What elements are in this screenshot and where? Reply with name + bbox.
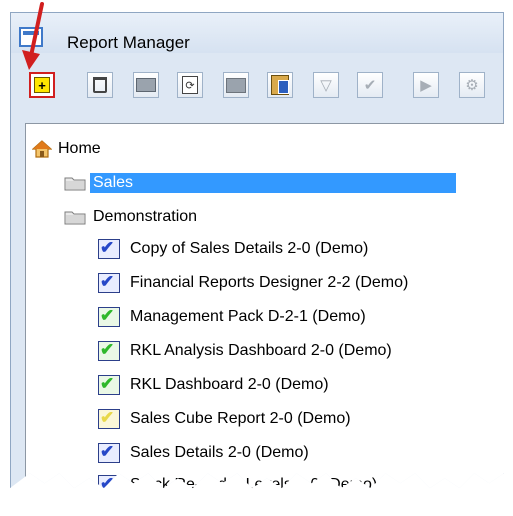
- tree-node-report[interactable]: ✔ Sales Cube Report 2-0 (Demo): [98, 408, 354, 430]
- home-icon: [31, 140, 53, 158]
- trash-icon: [93, 77, 107, 93]
- tree-label-home: Home: [58, 140, 101, 157]
- tree-node-home[interactable]: Home: [31, 138, 104, 160]
- tree-node-report[interactable]: ✔ RKL Dashboard 2-0 (Demo): [98, 374, 332, 396]
- title-bar: Report Manager: [11, 13, 503, 53]
- check-button[interactable]: ✔: [357, 72, 383, 98]
- add-icon: +: [34, 77, 50, 93]
- checkmark-icon: ✔: [363, 77, 377, 94]
- filter-icon: ▽: [320, 77, 332, 94]
- filter-button[interactable]: ▽: [313, 72, 339, 98]
- refresh-icon: ⟳: [182, 76, 198, 94]
- report-icon: ✔: [98, 341, 120, 361]
- folder-icon: [64, 175, 86, 191]
- report-icon: ✔: [98, 409, 120, 429]
- tree-node-report[interactable]: ✔ RKL Analysis Dashboard 2-0 (Demo): [98, 340, 395, 362]
- report-icon: ✔: [98, 239, 120, 259]
- copy-button[interactable]: [223, 72, 249, 98]
- report-manager-window: Report Manager + ⟳ ▽ ✔ ▶ ⚙ Home Sales De…: [10, 12, 504, 493]
- play-icon: ▶: [420, 77, 432, 94]
- report-icon: ✔: [98, 475, 120, 489]
- tree-node-report[interactable]: ✔ Financial Reports Designer 2-2 (Demo): [98, 272, 411, 294]
- refresh-button[interactable]: ⟳: [177, 72, 203, 98]
- report-tree[interactable]: Home Sales Demonstration ✔ Copy of Sales…: [25, 123, 504, 493]
- tree-label-report: Copy of Sales Details 2-0 (Demo): [130, 240, 369, 257]
- tree-label-report: Sales Cube Report 2-0 (Demo): [130, 410, 351, 427]
- tree-label-sales: Sales: [90, 173, 456, 193]
- toolbar: + ⟳ ▽ ✔ ▶ ⚙: [11, 65, 503, 103]
- tree-node-report[interactable]: ✔ Sales Details 2-0 (Demo): [98, 442, 312, 464]
- properties-button[interactable]: [133, 72, 159, 98]
- report-icon: ✔: [98, 307, 120, 327]
- new-button[interactable]: +: [29, 72, 55, 98]
- tree-node-report[interactable]: ✔ Stock Re-Order Levels 2-0 (Demo): [98, 474, 380, 493]
- window-title: Report Manager: [67, 33, 190, 52]
- callout-arrow: [22, 2, 44, 70]
- folder-icon: [64, 209, 86, 225]
- tree-label-report: Management Pack D-2-1 (Demo): [130, 308, 366, 325]
- more-button[interactable]: ⚙: [459, 72, 485, 98]
- tree-label-report: Financial Reports Designer 2-2 (Demo): [130, 274, 409, 291]
- paste-button[interactable]: [267, 72, 293, 98]
- tree-label-report: RKL Dashboard 2-0 (Demo): [130, 376, 329, 393]
- run-button[interactable]: ▶: [413, 72, 439, 98]
- tree-label-report: Stock Re-Order Levels 2-0 (Demo): [130, 476, 378, 493]
- tree-node-sales[interactable]: Sales: [64, 172, 456, 194]
- grid-icon: [136, 78, 156, 92]
- gear-icon: ⚙: [465, 77, 479, 94]
- tree-label-report: Sales Details 2-0 (Demo): [130, 444, 309, 461]
- tree-node-demonstration[interactable]: Demonstration: [64, 206, 200, 228]
- tree-label-report: RKL Analysis Dashboard 2-0 (Demo): [130, 342, 392, 359]
- report-icon: ✔: [98, 375, 120, 395]
- clipboard-icon: [271, 75, 289, 95]
- tree-label-demonstration: Demonstration: [93, 208, 198, 225]
- folders-icon: [226, 77, 246, 93]
- report-icon: ✔: [98, 273, 120, 293]
- tree-node-report[interactable]: ✔ Copy of Sales Details 2-0 (Demo): [98, 238, 371, 260]
- tree-node-report[interactable]: ✔ Management Pack D-2-1 (Demo): [98, 306, 369, 328]
- report-icon: ✔: [98, 443, 120, 463]
- delete-button[interactable]: [87, 72, 113, 98]
